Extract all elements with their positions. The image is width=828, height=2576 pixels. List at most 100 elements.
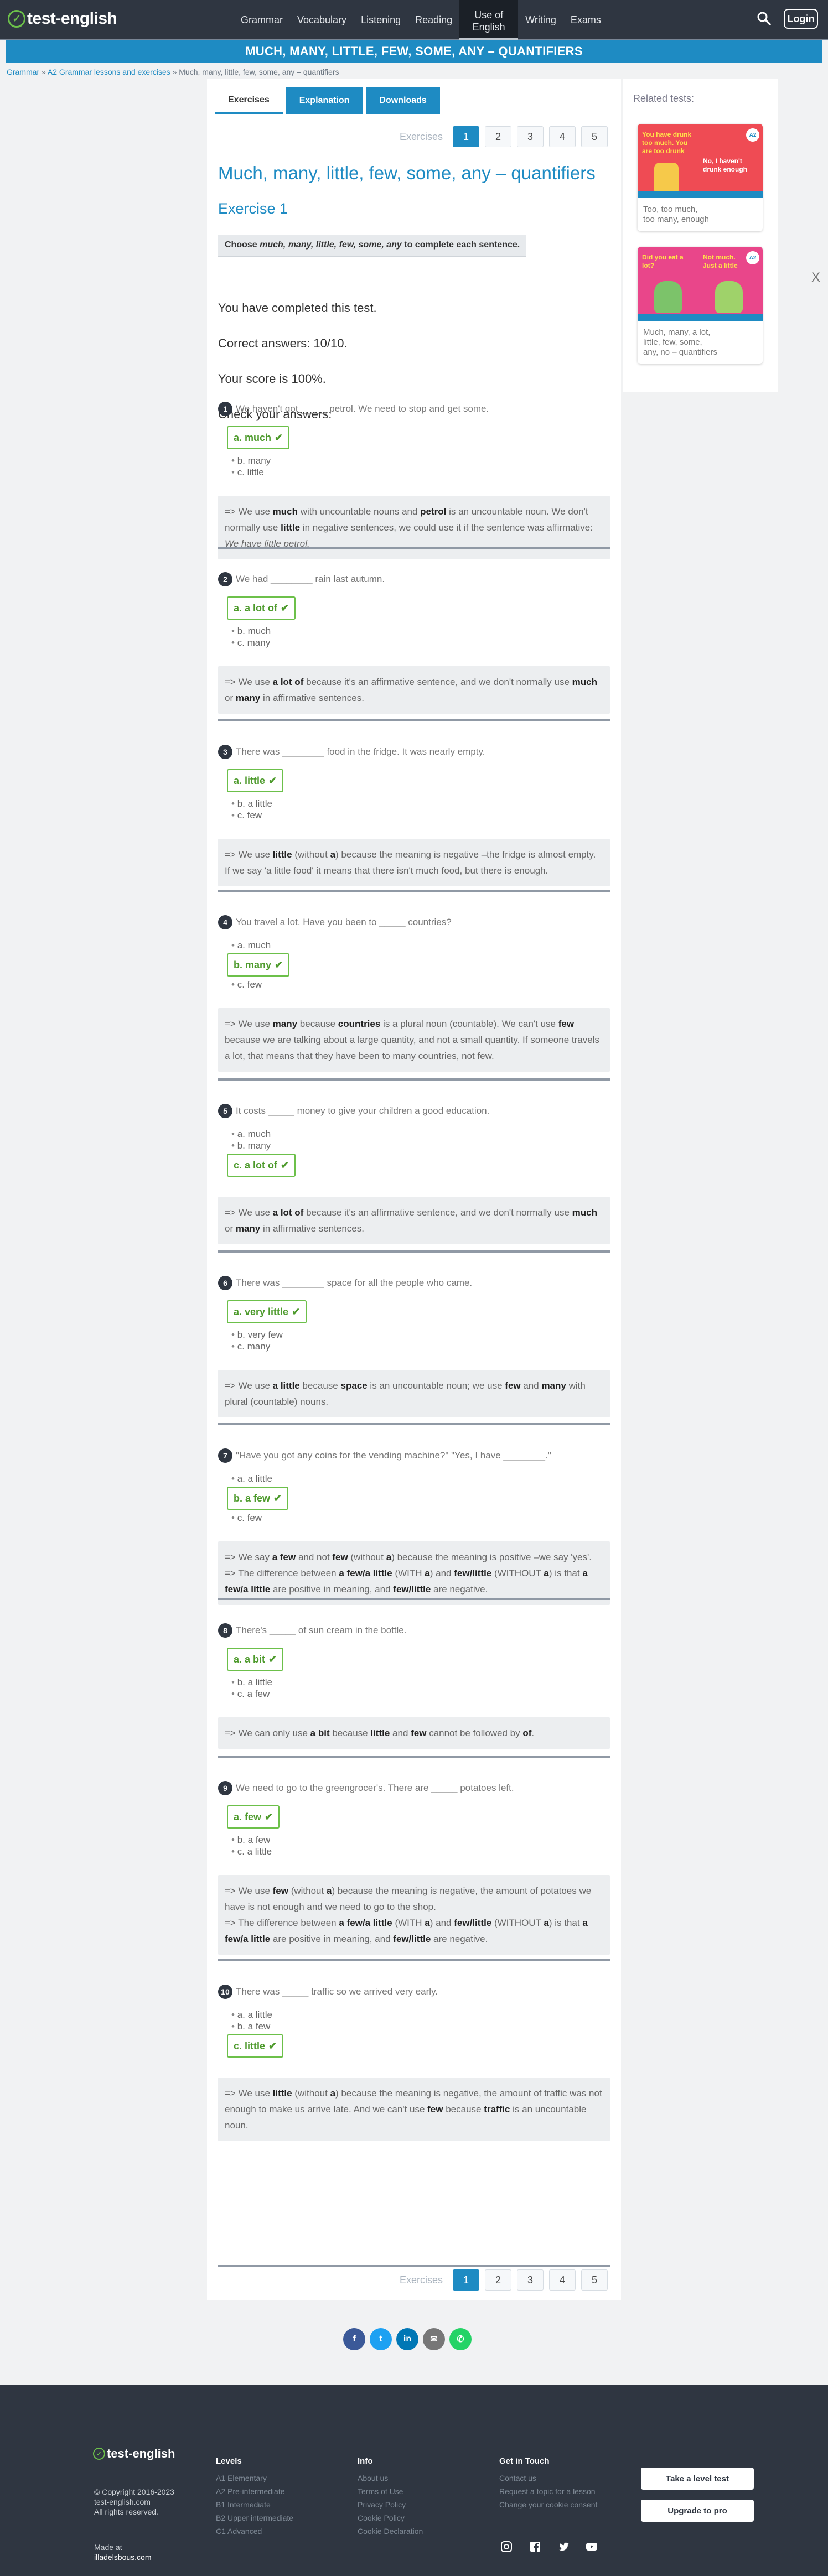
pager-page-3[interactable]: 3	[517, 126, 544, 147]
upgrade-pro-button[interactable]: Upgrade to pro	[641, 2500, 754, 2522]
question-number: 3	[218, 745, 232, 759]
breadcrumb-sep: »	[39, 67, 48, 76]
pager-page-1[interactable]: 1	[453, 126, 480, 147]
answer-option: c. few	[231, 809, 610, 821]
logo-text: test-english	[27, 9, 117, 28]
correct-answer: a. a lot of ✔	[227, 596, 296, 620]
answer-option: b. a few	[231, 2021, 610, 2032]
pager-page-5[interactable]: 5	[581, 2269, 608, 2291]
answer-option: a. much	[231, 1128, 610, 1140]
option-label: c. many	[237, 1341, 271, 1352]
level-test-button[interactable]: Take a level test	[641, 2468, 754, 2490]
nav-use-of-english[interactable]: Use of English	[459, 0, 519, 40]
related-card-too-much[interactable]: You have drunk too much. You are too dru…	[638, 124, 763, 231]
question-number: 2	[218, 572, 232, 586]
whatsapp-icon[interactable]: ✆	[449, 2328, 472, 2350]
pager-page-3[interactable]: 3	[517, 2269, 544, 2291]
youtube-icon[interactable]	[586, 2541, 598, 2553]
footer-about[interactable]: About us	[358, 2471, 423, 2485]
check-icon: ✔	[268, 2040, 277, 2052]
nav-writing[interactable]: Writing	[518, 0, 563, 40]
footer-level-c1[interactable]: C1 Advanced	[216, 2525, 293, 2538]
correct-answer: b. many ✔	[227, 953, 290, 977]
page-title-bar: MUCH, MANY, LITTLE, FEW, SOME, ANY – QUA…	[6, 40, 822, 63]
footer-cookie-declaration[interactable]: Cookie Declaration	[358, 2525, 423, 2538]
question-number: 7	[218, 1448, 232, 1463]
check-icon: ✔	[268, 775, 277, 786]
check-icon: ✔	[292, 1306, 301, 1317]
footer-contact-us[interactable]: Contact us	[499, 2471, 597, 2485]
option-label: b. a few	[237, 1835, 271, 1845]
tab-explanation[interactable]: Explanation	[286, 87, 363, 114]
tab-downloads[interactable]: Downloads	[366, 87, 440, 114]
footer-logo[interactable]: ✓ test-english	[93, 2447, 175, 2461]
nav-exams[interactable]: Exams	[563, 0, 608, 40]
copyright-site: test-english.com	[94, 2497, 151, 2506]
facebook-icon[interactable]	[529, 2541, 541, 2553]
pager-page-4[interactable]: 4	[549, 126, 576, 147]
share-buttons: f t in ✉ ✆	[343, 2328, 472, 2350]
footer-request-topic[interactable]: Request a topic for a lesson	[499, 2485, 597, 2498]
main-menu: Grammar Vocabulary Listening Reading Use…	[234, 0, 608, 40]
question-text: 7 "Have you got any coins for the vending…	[218, 1448, 610, 1463]
option-label: b. very few	[237, 1329, 283, 1340]
made-by-link[interactable]: illadelsbous.com	[94, 2553, 152, 2562]
footer-level-a1[interactable]: A1 Elementary	[216, 2471, 293, 2485]
question-number: 1	[218, 402, 232, 416]
answer-options: a. much✔ b. manyc. little	[218, 426, 610, 478]
question-sentence: There was ________ food in the fridge. I…	[236, 746, 485, 757]
correct-answer: a. very little ✔	[227, 1300, 307, 1323]
twitter-icon[interactable]	[558, 2541, 570, 2553]
correct-answer: a. few ✔	[227, 1805, 280, 1829]
question-number: 8	[218, 1623, 232, 1638]
site-logo[interactable]: ✓ test-english	[8, 9, 117, 29]
pager-page-1[interactable]: 1	[453, 2269, 480, 2291]
option-label: b. a few	[234, 1492, 271, 1504]
breadcrumb-grammar[interactable]: Grammar	[7, 67, 39, 76]
pager-page-2[interactable]: 2	[485, 2269, 512, 2291]
footer-privacy[interactable]: Privacy Policy	[358, 2498, 423, 2511]
question-sentence: You travel a lot. Have you been to _____…	[236, 917, 452, 927]
question-6: 6 There was ________ space for all the pe…	[218, 1276, 610, 1417]
footer-contact-title: Get in Touch	[499, 2456, 550, 2466]
facebook-icon[interactable]: f	[343, 2328, 365, 2350]
instagram-icon[interactable]	[500, 2541, 513, 2553]
nav-vocabulary[interactable]: Vocabulary	[290, 0, 354, 40]
search-icon[interactable]	[757, 11, 771, 25]
footer-level-a2[interactable]: A2 Pre-intermediate	[216, 2485, 293, 2498]
tab-exercises[interactable]: Exercises	[215, 87, 283, 114]
answer-option: a. a little	[231, 1473, 610, 1484]
answer-explanation: => We use many because countries is a pl…	[218, 1008, 610, 1072]
login-button[interactable]: Login	[784, 9, 818, 29]
answer-options: a. few✔ b. a fewc. a little	[218, 1805, 610, 1857]
pager-page-4[interactable]: 4	[549, 2269, 576, 2291]
email-icon[interactable]: ✉	[423, 2328, 445, 2350]
option-label: a. few	[234, 1811, 262, 1822]
related-card-quantifiers[interactable]: Did you eat a lot? Not much. Just a litt…	[638, 247, 763, 364]
footer-cookie-policy[interactable]: Cookie Policy	[358, 2511, 423, 2525]
question-9: 9 We need to go to the greengrocer's. The…	[218, 1781, 610, 1955]
pager-page-2[interactable]: 2	[485, 126, 512, 147]
nav-listening[interactable]: Listening	[354, 0, 408, 40]
nav-reading[interactable]: Reading	[408, 0, 459, 40]
footer-terms[interactable]: Terms of Use	[358, 2485, 423, 2498]
linkedin-icon[interactable]: in	[396, 2328, 418, 2350]
footer-cookie-consent[interactable]: Change your cookie consent	[499, 2498, 597, 2511]
twitter-icon[interactable]: t	[370, 2328, 392, 2350]
option-label: b. a little	[237, 1677, 272, 1687]
footer-contact: Get in Touch Contact us Request a topic …	[499, 2456, 597, 2511]
breadcrumb-a2[interactable]: A2 Grammar lessons and exercises	[48, 67, 170, 76]
footer-level-b1[interactable]: B1 Intermediate	[216, 2498, 293, 2511]
option-label: c. little	[234, 2040, 266, 2052]
card-strip	[638, 191, 763, 198]
footer-level-b2[interactable]: B2 Upper intermediate	[216, 2511, 293, 2525]
question-sentence: There was _____ traffic so we arrived ve…	[236, 1986, 438, 1997]
footer-levels: Levels A1 Elementary A2 Pre-intermediate…	[216, 2456, 293, 2538]
check-icon: ✔	[281, 1159, 289, 1171]
answer-option: c. few	[231, 1512, 610, 1524]
result-completed: You have completed this test.	[218, 301, 377, 315]
nav-grammar[interactable]: Grammar	[234, 0, 290, 40]
pager-page-5[interactable]: 5	[581, 126, 608, 147]
close-icon[interactable]: X	[811, 270, 820, 285]
question-divider	[218, 1078, 610, 1081]
